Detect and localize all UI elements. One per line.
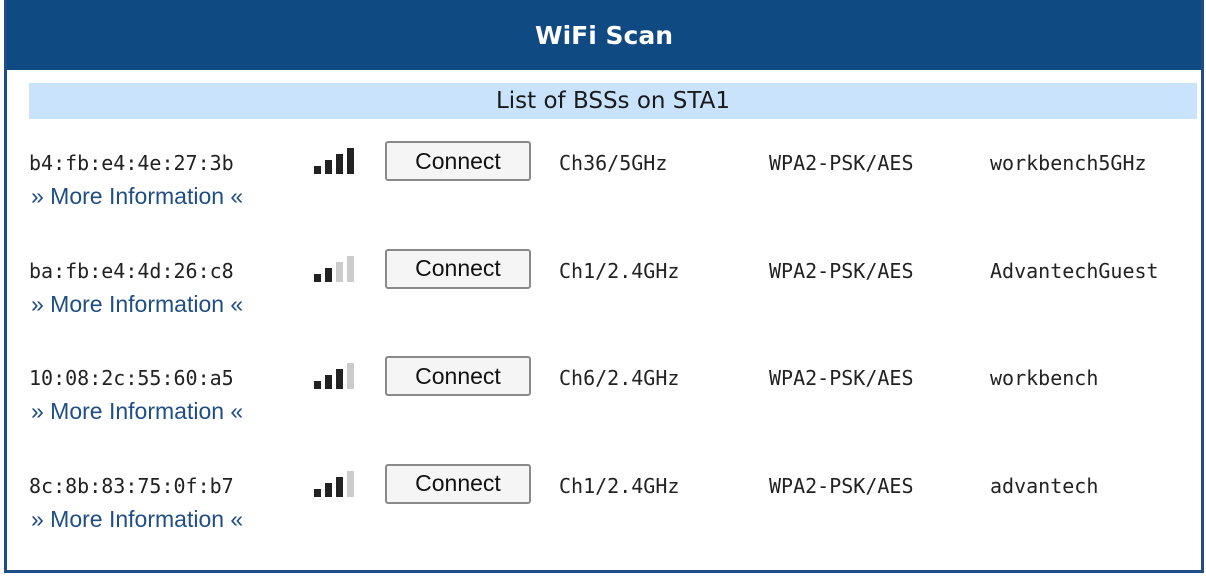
bss-row-line: 10:08:2c:55:60:a5 Connect Ch6/2.4GHz WPA… (29, 353, 1199, 399)
bss-row-line: ba:fb:e4:4d:26:c8 Connect Ch1/2.4GHz WPA… (29, 246, 1199, 292)
security-text: WPA2-PSK/AES (769, 366, 914, 390)
connect-button[interactable]: Connect (385, 356, 531, 396)
signal-bar (314, 381, 321, 389)
security-text: WPA2-PSK/AES (769, 258, 914, 283)
signal-bar (347, 148, 354, 174)
bss-row: 10:08:2c:55:60:a5 Connect Ch6/2.4GHz WPA… (7, 345, 1201, 453)
ssid-text: workbench (990, 366, 1099, 390)
bss-row: b4:fb:e4:4e:27:3b Connect Ch36/5GHz WPA2… (7, 130, 1201, 238)
connect-button[interactable]: Connect (385, 248, 531, 289)
signal-bar (314, 273, 321, 282)
signal-bar (325, 482, 332, 497)
more-information-link[interactable]: » More Information « (31, 506, 243, 533)
signal-bar (314, 488, 321, 497)
signal-bar (336, 261, 343, 282)
signal-bar (325, 267, 332, 282)
signal-bar (325, 375, 332, 389)
signal-bar (347, 470, 354, 497)
more-information-link[interactable]: » More Information « (31, 398, 243, 425)
bss-row-line: 8c:8b:83:75:0f:b7 Connect Ch1/2.4GHz WPA… (29, 461, 1199, 507)
channel-text: Ch36/5GHz (559, 151, 668, 175)
channel-text: Ch6/2.4GHz (559, 366, 680, 390)
bss-list: b4:fb:e4:4e:27:3b Connect Ch36/5GHz WPA2… (7, 130, 1201, 560)
ssid-text: AdvantechGuest (990, 258, 1159, 283)
ssid-text: workbench5GHz (990, 151, 1147, 175)
security-text: WPA2-PSK/AES (769, 473, 914, 498)
signal-strength-icon (314, 363, 354, 389)
signal-bar (336, 369, 343, 389)
signal-bar (347, 363, 354, 389)
ssid-text: advantech (990, 473, 1099, 498)
more-information-link[interactable]: » More Information « (31, 291, 243, 318)
bss-row: ba:fb:e4:4d:26:c8 Connect Ch1/2.4GHz WPA… (7, 238, 1201, 346)
bss-row: 8c:8b:83:75:0f:b7 Connect Ch1/2.4GHz WPA… (7, 453, 1201, 561)
more-information-link[interactable]: » More Information « (31, 183, 243, 210)
signal-bar (325, 160, 332, 174)
wifi-scan-panel: WiFi Scan List of BSSs on STA1 b4:fb:e4:… (4, 0, 1204, 573)
signal-strength-icon (314, 148, 354, 174)
connect-button[interactable]: Connect (385, 463, 531, 504)
panel-title: WiFi Scan (7, 0, 1201, 70)
security-text: WPA2-PSK/AES (769, 151, 914, 175)
signal-bar (336, 154, 343, 174)
bssid-text: 8c:8b:83:75:0f:b7 (29, 473, 234, 498)
bssid-text: ba:fb:e4:4d:26:c8 (29, 258, 234, 283)
signal-strength-icon (314, 255, 354, 282)
signal-bar (314, 166, 321, 174)
bss-list-heading: List of BSSs on STA1 (29, 83, 1197, 119)
connect-button[interactable]: Connect (385, 141, 531, 181)
bss-row-line: b4:fb:e4:4e:27:3b Connect Ch36/5GHz WPA2… (29, 138, 1199, 184)
signal-bar (347, 255, 354, 282)
channel-text: Ch1/2.4GHz (559, 258, 680, 283)
channel-text: Ch1/2.4GHz (559, 473, 680, 498)
signal-strength-icon (314, 470, 354, 497)
bssid-text: 10:08:2c:55:60:a5 (29, 366, 234, 390)
bssid-text: b4:fb:e4:4e:27:3b (29, 151, 234, 175)
signal-bar (336, 476, 343, 497)
